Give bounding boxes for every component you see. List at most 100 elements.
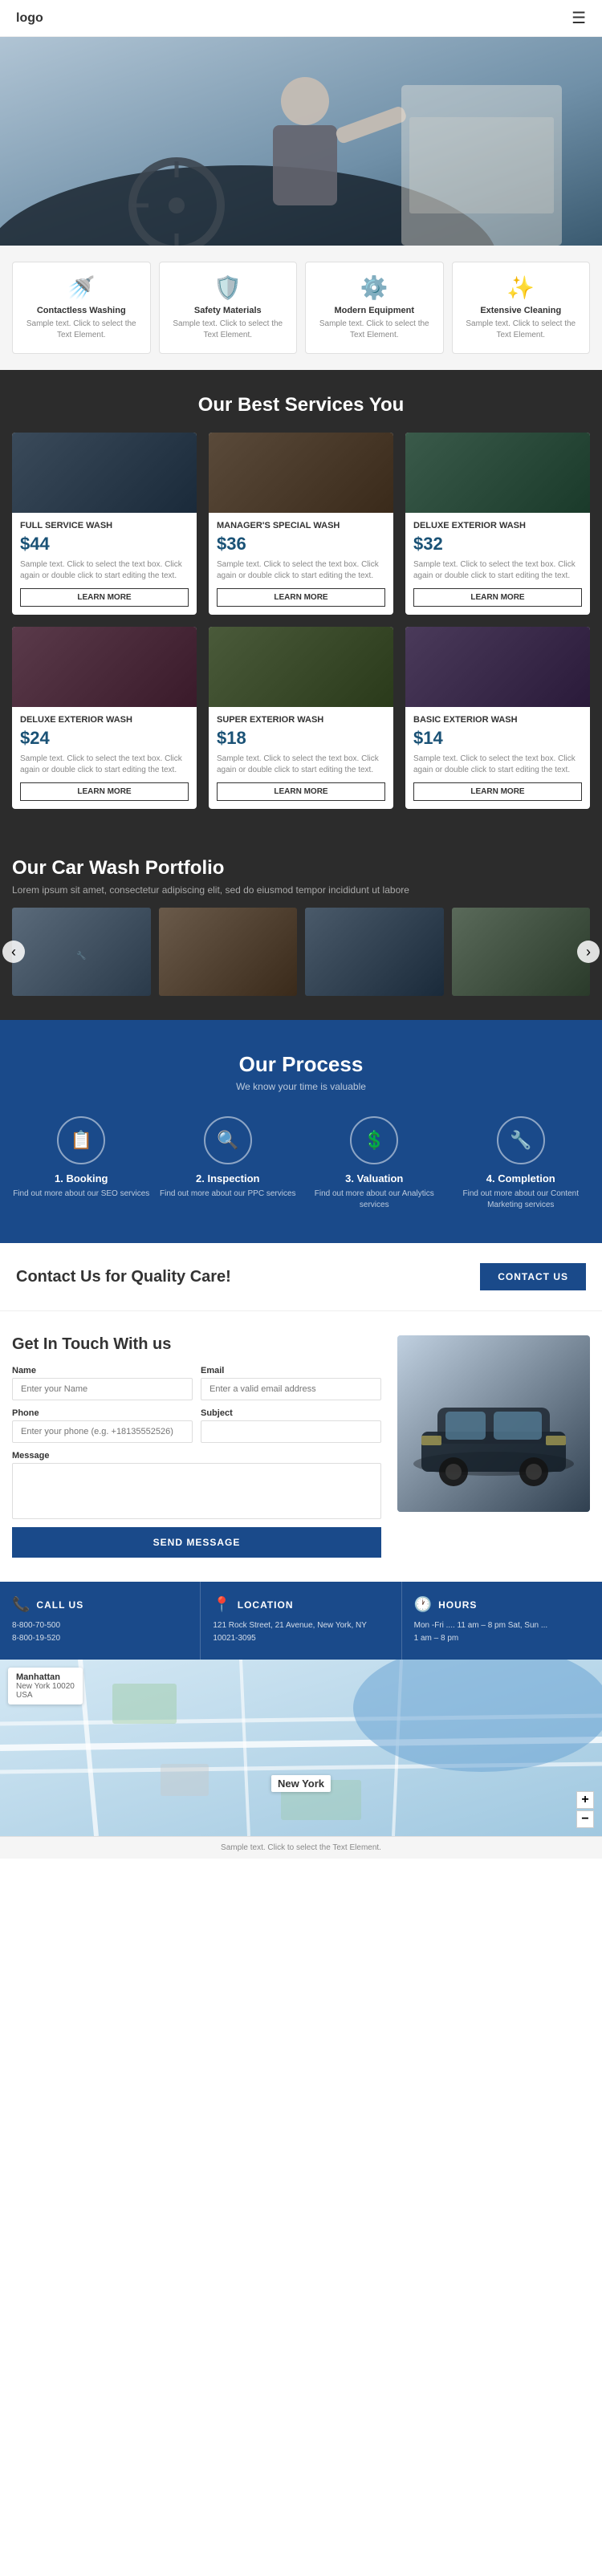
portfolio-images: 🔧: [12, 908, 590, 996]
zoom-in-button[interactable]: +: [576, 1791, 594, 1809]
service-body-3: DELUXE EXTERIOR WASH $24 Sample text. Cl…: [12, 707, 197, 809]
feature-icon-3: ✨: [461, 274, 582, 301]
service-card-0: FULL SERVICE WASH $44 Sample text. Click…: [12, 433, 197, 615]
hamburger-icon[interactable]: ☰: [571, 8, 586, 28]
contact-form-title: Get In Touch With us: [12, 1335, 381, 1354]
info-box-line-0-1: 8-800-19-520: [12, 1632, 188, 1645]
send-message-button[interactable]: SEND MESSAGE: [12, 1527, 381, 1558]
email-input[interactable]: [201, 1378, 381, 1400]
service-learn-more-2[interactable]: LEARN MORE: [413, 588, 582, 607]
service-learn-more-4[interactable]: LEARN MORE: [217, 782, 385, 801]
service-body-1: MANAGER'S SPECIAL WASH $36 Sample text. …: [209, 513, 393, 615]
portfolio-image-1: 🔧: [12, 908, 151, 996]
name-input[interactable]: [12, 1378, 193, 1400]
info-box-title-0: CALL US: [36, 1599, 83, 1611]
form-group-phone: Phone: [12, 1408, 193, 1443]
process-section: Our Process We know your time is valuabl…: [0, 1020, 602, 1243]
service-body-0: FULL SERVICE WASH $44 Sample text. Click…: [12, 513, 197, 615]
process-steps: 📋 1. Booking Find out more about our SEO…: [12, 1116, 590, 1211]
feature-card-3: ✨ Extensive Cleaning Sample text. Click …: [452, 262, 591, 354]
feature-desc-0: Sample text. Click to select the Text El…: [21, 319, 142, 341]
map-section: Manhattan New York 10020 USA New York + …: [0, 1660, 602, 1836]
feature-title-3: Extensive Cleaning: [461, 306, 582, 315]
process-step-0: 📋 1. Booking Find out more about our SEO…: [12, 1116, 151, 1211]
contact-us-button[interactable]: CONTACT US: [480, 1263, 586, 1290]
service-image-0: [12, 433, 197, 513]
service-card-2: DELUXE EXTERIOR WASH $32 Sample text. Cl…: [405, 433, 590, 615]
map-background: [0, 1660, 602, 1836]
feature-icon-0: 🚿: [21, 274, 142, 301]
process-step-title-3: 4. Completion: [452, 1172, 591, 1184]
portfolio-image-2: [159, 908, 298, 996]
header: logo ☰: [0, 0, 602, 37]
service-card-1: MANAGER'S SPECIAL WASH $36 Sample text. …: [209, 433, 393, 615]
info-box-header-2: 🕐 HOURS: [414, 1596, 590, 1613]
process-subtitle: We know your time is valuable: [12, 1081, 590, 1092]
form-group-subject: Subject: [201, 1408, 381, 1443]
service-learn-more-3[interactable]: LEARN MORE: [20, 782, 189, 801]
form-group-email: Email: [201, 1366, 381, 1400]
process-step-2: 💲 3. Valuation Find out more about our A…: [305, 1116, 444, 1211]
process-step-desc-1: Find out more about our PPC services: [159, 1188, 298, 1200]
info-box-line-1-1: 10021-3095: [213, 1632, 388, 1645]
subject-input[interactable]: [201, 1420, 381, 1443]
info-box-1: 📍 LOCATION 121 Rock Street, 21 Avenue, N…: [201, 1582, 401, 1660]
contact-banner: Contact Us for Quality Care! CONTACT US: [0, 1243, 602, 1311]
footer-note: Sample text. Click to select the Text El…: [221, 1843, 381, 1852]
service-learn-more-5[interactable]: LEARN MORE: [413, 782, 582, 801]
message-input[interactable]: [12, 1463, 381, 1519]
service-desc-2: Sample text. Click to select the text bo…: [413, 559, 582, 582]
service-card-5: BASIC EXTERIOR WASH $14 Sample text. Cli…: [405, 627, 590, 809]
process-step-desc-3: Find out more about our Content Marketin…: [452, 1188, 591, 1211]
map-city-label: New York: [271, 1775, 331, 1792]
map-zoom-controls: + −: [576, 1791, 594, 1828]
portfolio-desc: Lorem ipsum sit amet, consectetur adipis…: [12, 884, 590, 896]
form-row-name-email: Name Email: [12, 1366, 381, 1400]
form-group-message: Message: [12, 1451, 381, 1519]
process-title: Our Process: [12, 1052, 590, 1077]
service-desc-0: Sample text. Click to select the text bo…: [20, 559, 189, 582]
service-learn-more-0[interactable]: LEARN MORE: [20, 588, 189, 607]
carousel-left-button[interactable]: ‹: [2, 941, 25, 963]
phone-label: Phone: [12, 1408, 193, 1418]
carousel-right-button[interactable]: ›: [577, 941, 600, 963]
service-desc-1: Sample text. Click to select the text bo…: [217, 559, 385, 582]
svg-text:🔧: 🔧: [76, 950, 86, 961]
portfolio-title: Our Car Wash Portfolio: [12, 857, 590, 880]
service-body-2: DELUXE EXTERIOR WASH $32 Sample text. Cl…: [405, 513, 590, 615]
process-step-3: 🔧 4. Completion Find out more about our …: [452, 1116, 591, 1211]
process-step-icon-3: 🔧: [497, 1116, 545, 1164]
info-box-line-2-0: Mon -Fri .... 11 am – 8 pm Sat, Sun ...: [414, 1619, 590, 1632]
info-box-title-2: HOURS: [438, 1599, 477, 1611]
zoom-out-button[interactable]: −: [576, 1810, 594, 1828]
service-card-3: DELUXE EXTERIOR WASH $24 Sample text. Cl…: [12, 627, 197, 809]
info-boxes-section: 📞 CALL US 8-800-70-5008-800-19-520 📍 LOC…: [0, 1582, 602, 1660]
car-image: [397, 1335, 590, 1512]
map-info-line1: New York 10020: [16, 1682, 75, 1691]
contact-form-left: Get In Touch With us Name Email Phone Su…: [12, 1335, 381, 1558]
service-price-1: $36: [217, 534, 385, 555]
service-body-5: BASIC EXTERIOR WASH $14 Sample text. Cli…: [405, 707, 590, 809]
info-box-line-2-1: 1 am – 8 pm: [414, 1632, 590, 1645]
process-step-desc-2: Find out more about our Analytics servic…: [305, 1188, 444, 1211]
process-step-icon-0: 📋: [57, 1116, 105, 1164]
service-name-1: MANAGER'S SPECIAL WASH: [217, 521, 385, 530]
info-box-icon-1: 📍: [213, 1596, 230, 1613]
info-box-header-0: 📞 CALL US: [12, 1596, 188, 1613]
service-desc-3: Sample text. Click to select the text bo…: [20, 754, 189, 776]
service-name-4: SUPER EXTERIOR WASH: [217, 715, 385, 725]
name-label: Name: [12, 1366, 193, 1375]
phone-input[interactable]: [12, 1420, 193, 1443]
info-box-icon-2: 🕐: [414, 1596, 432, 1613]
service-image-4: [209, 627, 393, 707]
feature-card-0: 🚿 Contactless Washing Sample text. Click…: [12, 262, 151, 354]
feature-desc-2: Sample text. Click to select the Text El…: [314, 319, 435, 341]
info-box-2: 🕐 HOURS Mon -Fri .... 11 am – 8 pm Sat, …: [402, 1582, 602, 1660]
process-step-icon-2: 💲: [350, 1116, 398, 1164]
portfolio-image-4: [452, 908, 591, 996]
form-group-name: Name: [12, 1366, 193, 1400]
map-info-box: Manhattan New York 10020 USA: [8, 1668, 83, 1704]
service-learn-more-1[interactable]: LEARN MORE: [217, 588, 385, 607]
process-step-desc-0: Find out more about our SEO services: [12, 1188, 151, 1200]
service-name-3: DELUXE EXTERIOR WASH: [20, 715, 189, 725]
